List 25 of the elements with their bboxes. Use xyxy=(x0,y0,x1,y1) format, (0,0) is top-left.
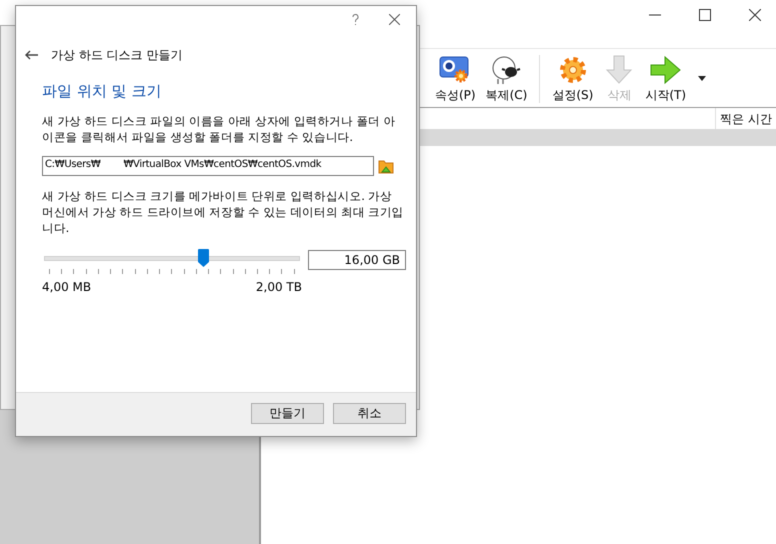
folder-icon[interactable] xyxy=(378,158,394,174)
right-arrow-icon xyxy=(650,55,682,85)
maximize-icon[interactable] xyxy=(699,9,711,21)
size-field[interactable]: 16,00 GB xyxy=(308,250,406,270)
max-size-label: 2,00 TB xyxy=(256,280,302,294)
size-description: 새 가상 하드 디스크 크기를 메가바이트 단위로 입력하십시오. 가상 머신에서 가상 하드 드라이브에 저장할 수 있는 데이터의 최대 크기입니다. xyxy=(42,188,404,236)
location-description: 새 가상 하드 디스크 파일의 이름을 아래 상자에 입력하거나 폴더 아이콘을 클릭해서 파일을 생성할 폴더를 지정할 수 있습니다. xyxy=(42,113,396,145)
page-heading: 파일 위치 및 크기 xyxy=(42,82,162,101)
slider-thumb[interactable] xyxy=(198,249,209,267)
toolbar-button[interactable]: 설정(S) xyxy=(548,55,598,107)
toolbar-button[interactable]: 복제(C) xyxy=(482,55,532,107)
close-icon[interactable] xyxy=(389,14,400,24)
eye-gear-icon xyxy=(439,55,472,85)
toolbar-button[interactable]: 시작(T) xyxy=(641,55,690,107)
close-icon[interactable] xyxy=(749,9,761,21)
help-icon[interactable] xyxy=(352,14,359,24)
min-size-label: 4,00 MB xyxy=(42,280,92,294)
dialog-button[interactable]: 취소 xyxy=(333,403,406,424)
dialog-title: 가상 하드 디스크 만들기 xyxy=(51,46,182,64)
back-arrow-icon[interactable] xyxy=(25,50,38,60)
toolbar-button[interactable]: 속성(P) xyxy=(431,55,480,107)
dialog-button[interactable]: 만들기 xyxy=(251,403,324,424)
sheep-icon xyxy=(490,55,522,85)
caret-icon[interactable] xyxy=(698,76,706,80)
file-path-field[interactable]: C:₩Users₩ ₩VirtualBox VMs₩centOS₩centOS.vmdk xyxy=(42,156,374,176)
